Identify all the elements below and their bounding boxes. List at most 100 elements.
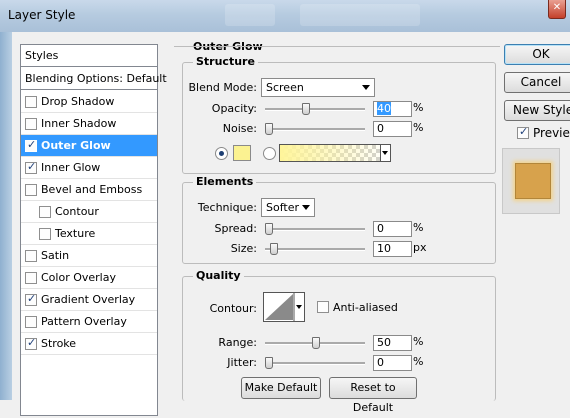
style-item[interactable]: Satin — [21, 245, 157, 267]
elements-title: Elements — [193, 175, 257, 188]
opacity-field[interactable]: 40 — [373, 101, 412, 117]
style-item-label: Pattern Overlay — [41, 315, 127, 328]
check-icon: ✓ — [27, 336, 37, 349]
jitter-slider[interactable] — [265, 357, 365, 369]
new-style-button[interactable]: New Style... — [504, 100, 570, 121]
preview-label: Preview — [533, 126, 570, 140]
technique-label: Technique: — [197, 201, 257, 214]
range-slider[interactable] — [265, 337, 365, 349]
check-icon: ✓ — [27, 292, 37, 305]
style-checkbox[interactable]: ✓ — [25, 336, 37, 350]
blend-mode-select[interactable]: Screen — [261, 78, 375, 97]
style-checkbox[interactable] — [25, 96, 37, 108]
style-item-label: Gradient Overlay — [41, 293, 136, 306]
make-default-button[interactable]: Make Default — [241, 377, 321, 399]
window-frame — [0, 32, 12, 400]
jitter-field[interactable]: 0 — [373, 355, 412, 371]
anti-aliased-label: Anti-aliased — [333, 301, 398, 314]
jitter-label: Jitter: — [227, 356, 257, 369]
slider-track — [265, 128, 365, 131]
style-item-label: Color Overlay — [41, 271, 116, 284]
style-item[interactable]: Contour — [21, 201, 157, 223]
style-item[interactable]: ✓ Gradient Overlay — [21, 289, 157, 311]
blend-mode-value: Screen — [266, 81, 304, 94]
glow-color-swatch[interactable] — [233, 145, 251, 161]
style-item[interactable]: Inner Shadow — [21, 113, 157, 135]
section-divider — [174, 46, 500, 47]
style-item[interactable]: Pattern Overlay — [21, 311, 157, 333]
style-checkbox[interactable] — [25, 272, 37, 284]
noise-label: Noise: — [222, 122, 257, 135]
style-item[interactable]: Texture — [21, 223, 157, 245]
gradient-picker[interactable] — [279, 144, 391, 162]
close-icon[interactable]: ✕ — [548, 0, 566, 19]
cancel-button[interactable]: Cancel — [504, 72, 570, 93]
spread-slider[interactable] — [265, 223, 365, 235]
style-item[interactable]: ✓ Outer Glow — [21, 135, 157, 157]
blending-options-item[interactable]: Blending Options: Default — [21, 68, 167, 90]
style-item[interactable]: ✓ Inner Glow — [21, 157, 157, 179]
spread-field[interactable]: 0 — [373, 221, 412, 237]
style-item[interactable]: Color Overlay — [21, 267, 157, 289]
style-checkbox[interactable] — [39, 228, 51, 240]
size-value: 10 — [377, 242, 391, 255]
layer-style-dialog: Styles Blending Options: Default Drop Sh… — [12, 32, 570, 416]
slider-thumb[interactable] — [270, 243, 278, 255]
spread-unit: % — [413, 221, 424, 234]
slider-thumb[interactable] — [265, 123, 273, 135]
style-checkbox[interactable] — [25, 118, 37, 130]
style-item[interactable]: ✓ Stroke — [21, 333, 157, 355]
style-checkbox[interactable]: ✓ — [25, 292, 37, 306]
slider-thumb[interactable] — [265, 223, 273, 235]
contour-picker[interactable] — [263, 292, 305, 322]
window-title: Layer Style — [8, 8, 76, 22]
preview-swatch — [515, 163, 551, 199]
size-slider[interactable] — [265, 243, 365, 255]
check-icon: ✓ — [27, 160, 37, 173]
opacity-slider[interactable] — [265, 103, 365, 115]
chevron-down-icon[interactable] — [380, 145, 390, 161]
opacity-unit: % — [413, 101, 424, 114]
slider-thumb[interactable] — [312, 337, 320, 349]
ok-button[interactable]: OK — [504, 44, 570, 65]
slider-thumb[interactable] — [265, 357, 273, 369]
style-checkbox[interactable]: ✓ — [25, 160, 37, 174]
style-item-label: Drop Shadow — [41, 95, 115, 108]
anti-aliased-checkbox[interactable] — [317, 301, 329, 313]
range-unit: % — [413, 335, 424, 348]
noise-field[interactable]: 0 — [373, 121, 412, 137]
style-item-label: Contour — [55, 205, 99, 218]
contour-curve-icon — [265, 293, 302, 321]
style-checkbox[interactable] — [25, 316, 37, 328]
style-item-label: Outer Glow — [41, 139, 111, 152]
noise-value: 0 — [377, 122, 384, 135]
style-item-label: Inner Glow — [41, 161, 101, 174]
preview-checkbox[interactable]: ✓ — [517, 125, 529, 139]
style-checkbox[interactable] — [25, 184, 37, 196]
reset-default-button[interactable]: Reset to Default — [329, 377, 417, 414]
chevron-down-icon — [362, 85, 370, 90]
technique-select[interactable]: Softer — [261, 198, 315, 217]
style-item-label: Bevel and Emboss — [41, 183, 143, 196]
slider-track — [265, 228, 365, 231]
style-item[interactable]: Drop Shadow — [21, 91, 157, 113]
slider-thumb[interactable] — [302, 103, 310, 115]
style-checkbox[interactable] — [25, 250, 37, 262]
gradient-radio[interactable] — [263, 147, 276, 160]
structure-group: Structure Blend Mode: Screen Opacity: 40… — [182, 55, 496, 174]
styles-header[interactable]: Styles — [21, 45, 157, 67]
slider-track — [265, 362, 365, 365]
range-field[interactable]: 50 — [373, 335, 412, 351]
styles-list: Styles Blending Options: Default Drop Sh… — [20, 44, 167, 416]
style-item-label: Satin — [41, 249, 70, 262]
range-label: Range: — [218, 336, 257, 349]
title-bar-reflection — [225, 4, 275, 26]
style-checkbox[interactable] — [39, 206, 51, 218]
solid-color-radio[interactable] — [215, 147, 228, 160]
radio-dot — [219, 151, 224, 156]
size-field[interactable]: 10 — [373, 241, 412, 257]
style-checkbox[interactable]: ✓ — [25, 138, 37, 152]
title-bar: Layer Style ✕ — [0, 0, 570, 32]
style-item[interactable]: Bevel and Emboss — [21, 179, 157, 201]
noise-slider[interactable] — [265, 123, 365, 135]
